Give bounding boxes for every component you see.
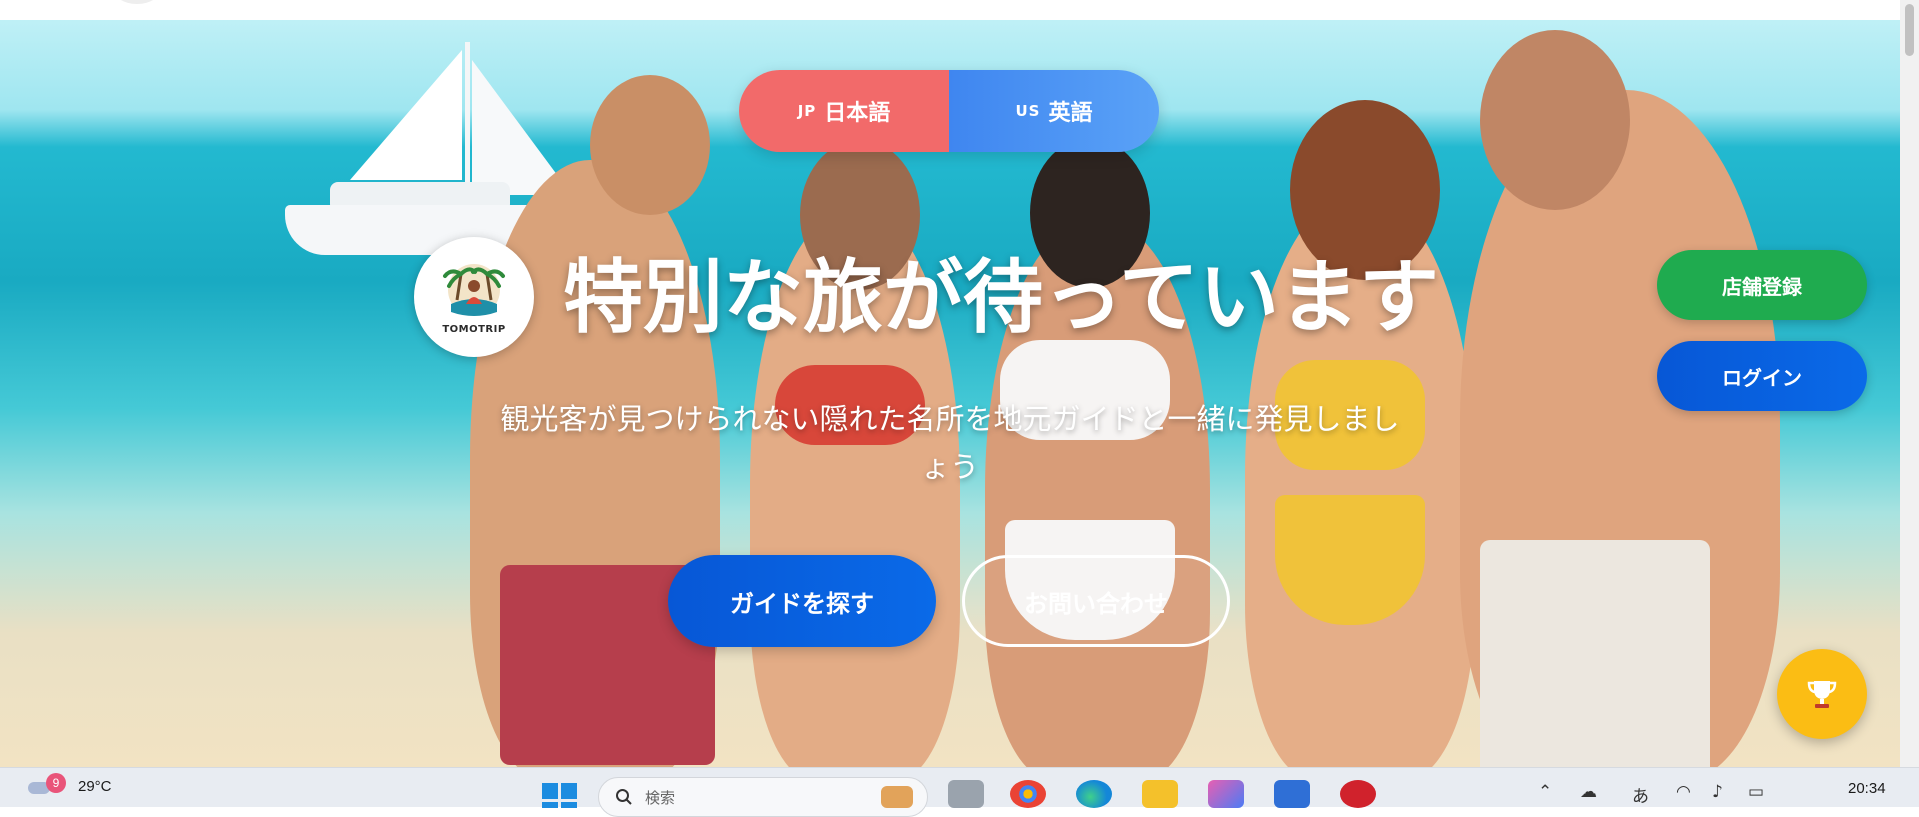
page-scrollbar[interactable]: [1900, 0, 1919, 767]
scrollbar-thumb[interactable]: [1905, 4, 1914, 56]
search-cat-icon: [881, 786, 913, 808]
weather-badge: 9: [46, 773, 66, 793]
language-english-label: 英語: [1048, 101, 1093, 126]
taskbar-clock[interactable]: 20:34: [1848, 780, 1886, 797]
us-flag-icon: US: [1015, 102, 1041, 120]
trophy-floating-button[interactable]: [1777, 649, 1867, 739]
weather-temperature: 29°C: [78, 777, 112, 795]
language-japanese-button[interactable]: JP 日本語: [739, 70, 949, 152]
hero-title: 特別な旅が待っています: [563, 251, 1439, 344]
windows-taskbar: 9 29°C 検索 ⌃ ☁ あ ◠ ♪ ▭ 20:34: [0, 767, 1919, 817]
hero-subtitle: 観光客が見つけられない隠れた名所を地元ガイドと一緒に発見しましょう: [500, 402, 1400, 484]
taskbar-search-placeholder: 検索: [645, 788, 676, 807]
palm-tree-logo-icon: [443, 263, 505, 316]
tomotrip-logo: TOMOTRIP: [414, 237, 534, 357]
sailboat-sail: [350, 50, 462, 180]
pinterest-icon[interactable]: [1340, 780, 1376, 808]
beach-person-shorts: [1480, 540, 1710, 767]
battery-icon[interactable]: ▭: [1748, 782, 1764, 802]
beach-person-head: [590, 75, 710, 215]
volume-icon[interactable]: ♪: [1712, 782, 1723, 802]
jp-flag-icon: JP: [797, 102, 817, 120]
beach-person-head: [1480, 30, 1630, 210]
file-explorer-icon[interactable]: [1142, 780, 1178, 808]
store-register-button[interactable]: 店舗登録: [1657, 250, 1867, 320]
edge-icon[interactable]: [1076, 780, 1112, 808]
login-button[interactable]: ログイン: [1657, 341, 1867, 411]
language-toggle: JP 日本語 US 英語: [739, 70, 1159, 152]
browser-viewport: JP 日本語 US 英語 TOMOTRIP 特別な旅が待っています 観光客が見つ…: [0, 0, 1919, 767]
find-guide-button[interactable]: ガイドを探す: [668, 555, 936, 647]
trophy-icon: [1807, 681, 1837, 708]
taskbar-search-box[interactable]: 検索: [598, 777, 928, 817]
language-japanese-label: 日本語: [824, 101, 891, 126]
sailboat-mast: [465, 42, 470, 202]
weather-cloud-icon: 9: [28, 773, 66, 796]
ime-indicator[interactable]: あ: [1632, 782, 1649, 807]
todo-icon[interactable]: [1274, 780, 1310, 808]
copilot-icon[interactable]: [1208, 780, 1244, 808]
language-english-button[interactable]: US 英語: [949, 70, 1159, 152]
chrome-icon[interactable]: [1010, 780, 1046, 808]
weather-widget[interactable]: 9 29°C: [28, 773, 112, 796]
wifi-icon[interactable]: ◠: [1676, 782, 1691, 802]
onedrive-icon[interactable]: ☁: [1580, 782, 1597, 802]
windows-start-icon[interactable]: [541, 781, 579, 808]
logo-text: TOMOTRIP: [442, 323, 506, 335]
tray-expand-icon[interactable]: ⌃: [1538, 782, 1552, 802]
search-icon: [616, 789, 632, 805]
header-logo-fragment: [112, 0, 162, 4]
site-header-strip: [0, 0, 1900, 20]
contact-button[interactable]: お問い合わせ: [962, 555, 1230, 647]
task-view-icon[interactable]: [948, 780, 984, 808]
beach-person-swimwear: [1275, 495, 1425, 625]
